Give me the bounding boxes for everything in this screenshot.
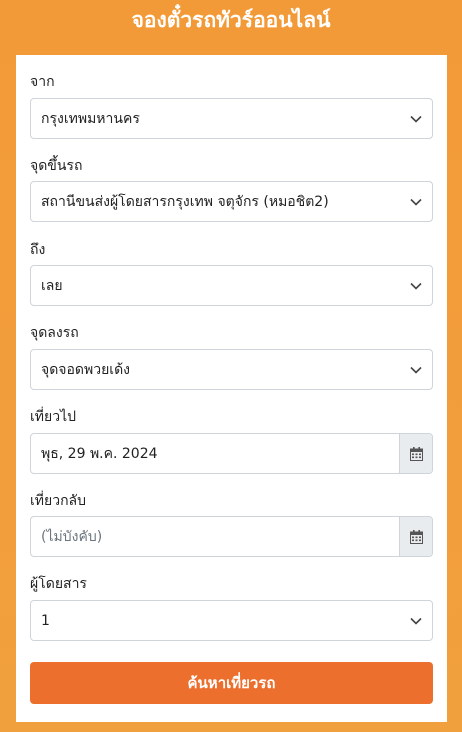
boarding-label: จุดขึ้นรถ: [30, 158, 83, 174]
passengers-select[interactable]: 1: [30, 600, 433, 641]
depart-calendar-button[interactable]: [399, 434, 432, 473]
boarding-select[interactable]: สถานีขนส่งผู้โดยสารกรุงเทพ จตุจักร (หมอช…: [30, 181, 433, 222]
chevron-down-icon: [410, 282, 422, 290]
from-select[interactable]: กรุงเทพมหานคร: [30, 98, 433, 139]
from-label: จาก: [30, 74, 55, 90]
dropoff-value: จุดจอดพวยเด้ง: [41, 361, 131, 378]
chevron-down-icon: [410, 198, 422, 206]
to-value: เลย: [41, 277, 63, 294]
calendar-icon: [409, 446, 423, 461]
depart-value: พุธ, 29 พ.ค. 2024: [41, 445, 158, 462]
search-button[interactable]: ค้นหาเที่ยวรถ: [30, 662, 433, 704]
calendar-icon: [409, 529, 423, 544]
from-value: กรุงเทพมหานคร: [41, 110, 140, 127]
depart-label: เที่ยวไป: [30, 409, 77, 425]
chevron-down-icon: [410, 115, 422, 123]
return-date-input[interactable]: (ไม่บังคับ): [30, 516, 433, 557]
return-label: เที่ยวกลับ: [30, 493, 87, 509]
dropoff-label: จุดลงรถ: [30, 325, 79, 341]
to-select[interactable]: เลย: [30, 265, 433, 306]
passengers-label: ผู้โดยสาร: [30, 576, 87, 592]
page-title: จองตั๋วรถทัวร์ออนไลน์: [131, 7, 331, 32]
chevron-down-icon: [410, 366, 422, 374]
dropoff-select[interactable]: จุดจอดพวยเด้ง: [30, 349, 433, 390]
to-label: ถึง: [30, 242, 46, 258]
depart-date-input[interactable]: พุธ, 29 พ.ค. 2024: [30, 433, 433, 474]
chevron-down-icon: [410, 617, 422, 625]
passengers-value: 1: [41, 612, 50, 629]
return-calendar-button[interactable]: [399, 517, 432, 556]
boarding-value: สถานีขนส่งผู้โดยสารกรุงเทพ จตุจักร (หมอช…: [41, 193, 329, 210]
return-placeholder: (ไม่บังคับ): [41, 528, 103, 545]
booking-form-card: จาก กรุงเทพมหานคร จุดขึ้นรถ สถานีขนส่งผู…: [16, 55, 447, 722]
